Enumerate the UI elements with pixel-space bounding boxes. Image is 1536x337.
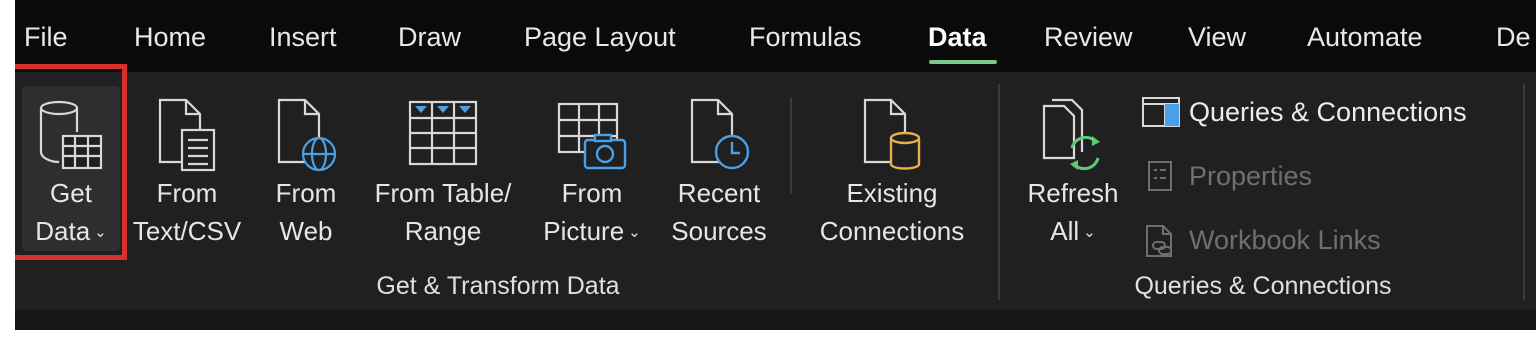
database-document-icon — [857, 96, 927, 181]
workbook-links-label: Workbook Links — [1189, 225, 1381, 255]
ribbon-bottom-edge — [15, 310, 1536, 330]
group-separator — [998, 84, 1000, 300]
group-label-get-transform: Get & Transform Data — [376, 272, 620, 300]
chevron-down-icon: ⌄ — [628, 224, 641, 241]
group-label-queries-connections: Queries & Connections — [1134, 272, 1392, 300]
queries-connections-label: Queries & Connections — [1189, 97, 1467, 127]
tab-draw[interactable]: Draw — [398, 20, 461, 54]
from-table-range-label-2: Range — [404, 216, 482, 246]
tab-automate[interactable]: Automate — [1307, 20, 1423, 54]
from-picture-label-2: Picture — [543, 216, 625, 246]
data-ribbon-panel: Get Data ⌄ From Text/CSV From Web From T… — [15, 64, 1536, 310]
tab-insert[interactable]: Insert — [269, 20, 337, 54]
separator — [790, 98, 792, 194]
camera-table-icon — [555, 96, 629, 181]
chevron-down-icon: ⌄ — [94, 224, 107, 241]
from-web-label-2: Web — [279, 216, 333, 246]
queries-connections-button[interactable]: Queries & Connections — [1141, 92, 1511, 132]
tab-file[interactable]: File — [24, 20, 68, 54]
existing-connections-button[interactable]: Existing Connections — [807, 86, 977, 251]
web-document-icon — [271, 96, 341, 181]
refresh-all-button[interactable]: Refresh All ⌄ — [1019, 86, 1127, 251]
active-tab-underline — [929, 60, 997, 64]
refresh-all-label: Refresh — [1027, 178, 1119, 208]
workbook-links-button[interactable]: Workbook Links — [1141, 220, 1441, 260]
recent-sources-button[interactable]: Recent Sources — [665, 86, 773, 251]
from-text-csv-label: From — [156, 178, 218, 208]
from-web-button[interactable]: From Web — [261, 86, 351, 251]
chevron-down-icon: ⌄ — [1083, 224, 1096, 241]
existing-connections-label-2: Connections — [819, 216, 965, 246]
properties-icon — [1141, 160, 1181, 197]
from-table-range-button[interactable]: From Table/ Range — [361, 86, 525, 251]
tab-developer-truncated[interactable]: De — [1496, 20, 1531, 54]
text-document-icon — [152, 96, 222, 181]
table-grid-icon — [406, 96, 480, 181]
get-data-label-2: Data — [35, 216, 91, 246]
get-data-label: Get — [50, 178, 92, 208]
refresh-all-label-2: All — [1050, 216, 1080, 246]
refresh-icon — [1038, 96, 1108, 183]
tab-review[interactable]: Review — [1044, 20, 1133, 54]
clock-document-icon — [684, 96, 754, 181]
existing-connections-label: Existing — [846, 178, 938, 208]
from-picture-button[interactable]: From Picture ⌄ — [529, 86, 655, 251]
properties-button[interactable]: Properties — [1141, 156, 1441, 196]
tab-data[interactable]: Data — [928, 20, 987, 54]
tab-home[interactable]: Home — [134, 20, 206, 54]
link-document-icon — [1141, 224, 1181, 263]
recent-sources-label-2: Sources — [671, 216, 767, 246]
tab-page-layout[interactable]: Page Layout — [524, 20, 676, 54]
panel-icon — [1141, 96, 1181, 133]
properties-label: Properties — [1189, 161, 1313, 191]
recent-sources-label: Recent — [677, 178, 761, 208]
get-data-button[interactable]: Get Data ⌄ — [22, 86, 120, 251]
from-picture-label: From — [561, 178, 623, 208]
from-text-csv-button[interactable]: From Text/CSV — [123, 86, 251, 251]
excel-ribbon: File Home Insert Draw Page Layout Formul… — [15, 0, 1536, 330]
from-text-csv-label-2: Text/CSV — [132, 216, 242, 246]
from-web-label: From — [275, 178, 337, 208]
group-separator — [1523, 84, 1525, 300]
ribbon-tab-bar: File Home Insert Draw Page Layout Formul… — [15, 0, 1536, 72]
database-table-icon — [35, 96, 107, 181]
from-table-range-label: From Table/ — [374, 178, 512, 208]
tab-view[interactable]: View — [1188, 20, 1246, 54]
tab-formulas[interactable]: Formulas — [749, 20, 862, 54]
